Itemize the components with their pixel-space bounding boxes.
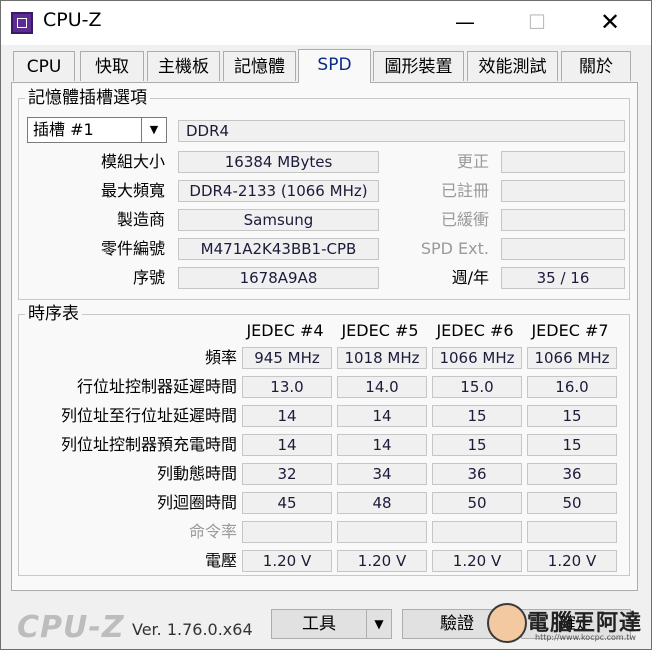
timing-cell: 14 <box>337 434 427 456</box>
version-text: Ver. 1.76.0.x64 <box>132 620 253 639</box>
timing-cell: 945 MHz <box>242 347 332 369</box>
module-size-value: 16384 MBytes <box>178 151 379 173</box>
cas-latency-label: 行位址控制器延遲時間 <box>76 377 237 396</box>
manufacturer-value: Samsung <box>178 209 379 231</box>
tab-cpu[interactable]: CPU <box>13 51 75 81</box>
timing-cell: 15 <box>527 434 617 456</box>
timings-group-title: 時序表 <box>25 304 82 324</box>
timing-cell: 14.0 <box>337 376 427 398</box>
tab-mainboard[interactable]: 主機板 <box>147 51 220 81</box>
timing-cell <box>242 521 332 543</box>
cpuz-window: CPU-Z — ☐ ✕ CPU 快取 主機板 記憶體 SPD 圖形裝置 效能測試… <box>0 0 652 650</box>
tab-memory[interactable]: 記憶體 <box>223 51 296 81</box>
frequency-label: 頻率 <box>204 348 237 367</box>
part-number-value: M471A2K43BB1-CPB <box>178 238 379 260</box>
slot-selector[interactable]: 插槽 #1 ▼ <box>27 117 167 143</box>
ras-to-cas-label: 列位址至行位址延遲時間 <box>60 406 237 425</box>
timing-cell: 50 <box>432 492 522 514</box>
timing-cell: 1066 MHz <box>527 347 617 369</box>
tab-bench[interactable]: 效能測試 <box>467 51 558 81</box>
timing-cell: 1.20 V <box>527 550 617 572</box>
slot-selector-value: 插槽 #1 <box>33 120 94 139</box>
window-title: CPU-Z <box>43 9 102 31</box>
timing-cell: 48 <box>337 492 427 514</box>
chevron-down-icon[interactable]: ▼ <box>141 118 166 142</box>
timing-cell: 14 <box>242 434 332 456</box>
buffered-value <box>501 209 625 231</box>
correction-value <box>501 151 625 173</box>
trc-label: 列迴圈時間 <box>156 493 237 512</box>
correction-label: 更正 <box>456 152 489 171</box>
registered-label: 已註冊 <box>440 181 489 200</box>
week-year-value: 35 / 16 <box>501 267 625 289</box>
week-year-label: 週/年 <box>451 268 489 287</box>
column-header: JEDEC #5 <box>341 321 419 340</box>
timing-cell: 32 <box>242 463 332 485</box>
spd-ext-value <box>501 238 625 260</box>
chevron-down-icon: ▼ <box>374 617 384 631</box>
cpuz-app-icon <box>11 12 33 34</box>
column-header: JEDEC #4 <box>246 321 324 340</box>
tab-bar: CPU 快取 主機板 記憶體 SPD 圖形裝置 效能測試 關於 <box>1 45 651 83</box>
buffered-label: 已緩衝 <box>440 210 489 229</box>
module-size-label: 模組大小 <box>100 152 165 171</box>
watermark: 電腦王阿達 http://www.kocpc.com.tw <box>487 601 647 647</box>
timing-cell: 36 <box>527 463 617 485</box>
cpuz-logo: CPU-Z <box>17 610 125 645</box>
memory-type: DDR4 <box>178 120 625 142</box>
timing-cell <box>337 521 427 543</box>
command-rate-label: 命令率 <box>188 522 237 541</box>
close-button[interactable]: ✕ <box>587 7 633 37</box>
tools-button[interactable]: 工具 <box>271 609 367 639</box>
timing-cell: 14 <box>337 405 427 427</box>
max-bandwidth-label: 最大頻寬 <box>100 181 165 200</box>
column-header: JEDEC #6 <box>436 321 514 340</box>
max-bandwidth-value: DDR4-2133 (1066 MHz) <box>178 180 379 202</box>
tab-cache[interactable]: 快取 <box>80 51 144 81</box>
tab-spd[interactable]: SPD <box>298 49 371 83</box>
maximize-button[interactable]: ☐ <box>514 7 560 37</box>
timing-cell <box>432 521 522 543</box>
timing-cell: 50 <box>527 492 617 514</box>
timing-cell: 36 <box>432 463 522 485</box>
tab-graphics[interactable]: 圖形裝置 <box>373 51 464 81</box>
part-number-label: 零件編號 <box>100 239 165 258</box>
column-header: JEDEC #7 <box>531 321 609 340</box>
spd-panel: 記憶體插槽選項 插槽 #1 ▼ DDR4 模組大小 16384 MBytes 最… <box>11 82 638 591</box>
timing-cell: 45 <box>242 492 332 514</box>
title-bar: CPU-Z — ☐ ✕ <box>1 1 651 45</box>
timing-cell: 15 <box>527 405 617 427</box>
timing-cell: 1.20 V <box>242 550 332 572</box>
timings-group: 時序表 JEDEC #4 JEDEC #5 JEDEC #6 JEDEC #7 … <box>18 304 630 576</box>
timing-cell: 1066 MHz <box>432 347 522 369</box>
timing-cell: 15 <box>432 405 522 427</box>
slot-group: 記憶體插槽選項 插槽 #1 ▼ DDR4 模組大小 16384 MBytes 最… <box>18 88 630 300</box>
timing-cell: 34 <box>337 463 427 485</box>
voltage-label: 電壓 <box>204 551 237 570</box>
spd-ext-label: SPD Ext. <box>420 239 489 258</box>
timing-cell: 1018 MHz <box>337 347 427 369</box>
ras-precharge-label: 列位址控制器預充電時間 <box>60 435 237 454</box>
slot-group-title: 記憶體插槽選項 <box>25 88 150 108</box>
minimize-button[interactable]: — <box>442 7 488 37</box>
tras-label: 列動態時間 <box>156 464 237 483</box>
timing-cell <box>527 521 617 543</box>
manufacturer-label: 製造商 <box>116 210 165 229</box>
timing-cell: 13.0 <box>242 376 332 398</box>
timing-cell: 15.0 <box>432 376 522 398</box>
timing-cell: 1.20 V <box>432 550 522 572</box>
mascot-logo <box>487 603 527 643</box>
timing-cell: 14 <box>242 405 332 427</box>
tab-about[interactable]: 關於 <box>561 51 631 81</box>
watermark-url: http://www.kocpc.com.tw <box>535 633 636 642</box>
timing-cell: 16.0 <box>527 376 617 398</box>
timing-cell: 15 <box>432 434 522 456</box>
timing-cell: 1.20 V <box>337 550 427 572</box>
tools-dropdown-button[interactable]: ▼ <box>366 609 392 639</box>
serial-value: 1678A9A8 <box>178 267 379 289</box>
registered-value <box>501 180 625 202</box>
serial-label: 序號 <box>132 268 165 287</box>
